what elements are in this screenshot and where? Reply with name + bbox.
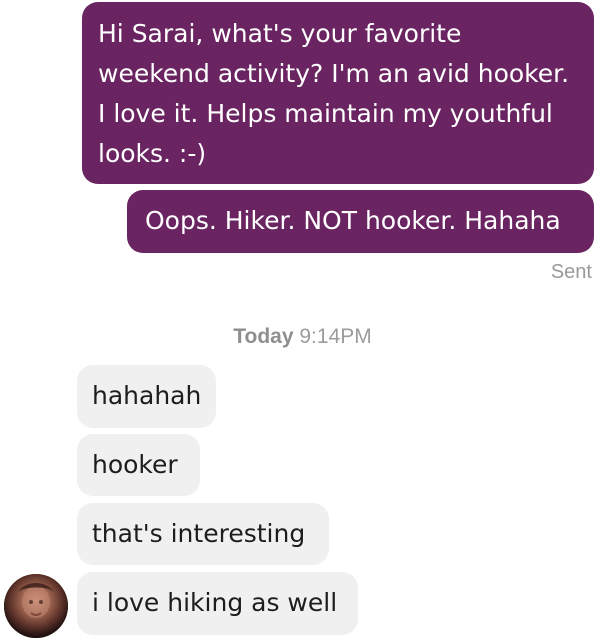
- sent-message-bubble[interactable]: Hi Sarai, what's your favorite weekend a…: [82, 2, 594, 184]
- avatar[interactable]: [4, 574, 68, 638]
- received-message-bubble[interactable]: hooker: [77, 434, 200, 496]
- message-thread: Hi Sarai, what's your favorite weekend a…: [0, 0, 600, 640]
- received-message-bubble[interactable]: that's interesting: [77, 503, 329, 565]
- message-status: Sent: [550, 261, 592, 283]
- sent-message-bubble[interactable]: Oops. Hiker. NOT hooker. Hahaha: [127, 190, 594, 253]
- received-message-bubble[interactable]: hahahah: [77, 365, 216, 428]
- conversation-timestamp: Today 9:14PM: [0, 322, 600, 352]
- timestamp-time: 9:14PM: [299, 325, 372, 348]
- received-message-bubble[interactable]: i love hiking as well: [77, 572, 358, 635]
- timestamp-day: Today: [233, 325, 294, 348]
- contact-avatar-icon: [4, 574, 68, 638]
